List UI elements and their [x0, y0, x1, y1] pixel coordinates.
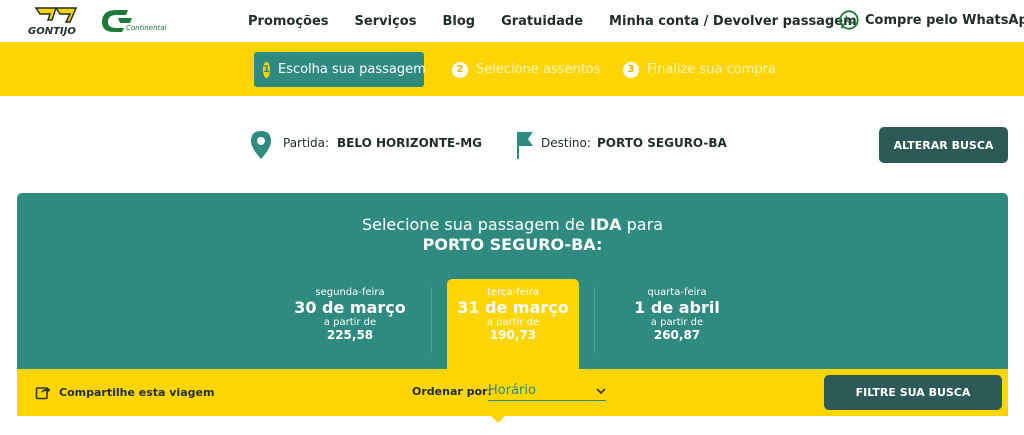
day-from-label: a partir de [650, 317, 704, 328]
nav-gratuidade[interactable]: Gratuidade [501, 14, 583, 29]
sort-selected-value: Horário [488, 383, 536, 398]
day-option-30-marco[interactable]: segunda-feira 30 de março a partir de 22… [284, 287, 416, 343]
whatsapp-icon [839, 10, 859, 30]
panel-title-bold: IDA [589, 215, 622, 234]
step-finalize-compra: 3 Finalize sua compra [623, 52, 776, 87]
day-date: 31 de março [457, 298, 569, 317]
route-summary: Partida: BELO HORIZONTE-MG Destino: PORT… [0, 125, 1024, 165]
nav-servicos[interactable]: Serviços [355, 14, 417, 29]
origin-value: BELO HORIZONTE-MG [337, 136, 482, 150]
continental-logo[interactable]: Continental [98, 8, 170, 34]
panel-title-prefix: Selecione sua passagem de [361, 215, 590, 234]
alterar-busca-button[interactable]: ALTERAR BUSCA [879, 127, 1008, 163]
share-trip-link[interactable]: Compartilhe esta viagem [35, 384, 214, 400]
flag-icon [517, 132, 533, 159]
step-label: Escolha sua passagem [277, 62, 426, 77]
day-option-1-abril[interactable]: quarta-feira 1 de abril a partir de 260,… [611, 287, 743, 343]
gontijo-logo-text: GONTIJO [28, 26, 76, 36]
nav-blog[interactable]: Blog [442, 14, 475, 29]
share-label: Compartilhe esta viagem [59, 385, 215, 399]
day-from-label: a partir de [486, 317, 540, 328]
continental-logo-text: Continental [126, 24, 167, 32]
step-number: 2 [452, 61, 468, 78]
main-nav: Promoções Serviços Blog Gratuidade Minha… [248, 0, 883, 42]
whatsapp-label: Compre pelo WhatsApp [865, 12, 1024, 28]
day-divider [431, 287, 432, 353]
day-price: 225,58 [326, 328, 374, 342]
destination-label: Destino: [541, 136, 591, 150]
origin-label: Partida: [283, 136, 330, 150]
step-escolha-passagem[interactable]: 1 Escolha sua passagem [254, 52, 426, 87]
filtre-busca-button[interactable]: FILTRE SUA BUSCA [824, 375, 1002, 410]
panel-title: Selecione sua passagem de IDA para [17, 215, 1008, 234]
map-pin-icon [251, 131, 271, 159]
sort-select[interactable]: Horário [488, 381, 606, 401]
day-date: 1 de abril [634, 298, 720, 317]
day-price: 190,73 [489, 328, 537, 342]
destination-value: PORTO SEGURO-BA [597, 136, 727, 150]
step-number: 3 [623, 61, 639, 78]
day-option-31-marco-selected[interactable]: terça-feira 31 de março a partir de 190,… [447, 279, 579, 369]
whatsapp-link[interactable]: Compre pelo WhatsApp [838, 9, 1024, 31]
gontijo-logo[interactable]: GONTIJO [26, 6, 92, 36]
sort-label: Ordenar por: [412, 385, 492, 398]
day-from-label: a partir de [323, 317, 377, 328]
step-selecione-assentos: 2 Selecione assentos [452, 52, 601, 87]
day-price: 260,87 [653, 328, 701, 342]
day-divider [594, 287, 595, 353]
chevron-down-icon [596, 387, 606, 394]
panel-title-suffix: para [621, 215, 663, 234]
nav-promocoes[interactable]: Promoções [248, 14, 329, 29]
results-toolbar: Compartilhe esta viagem Ordenar por: Hor… [17, 369, 1008, 416]
sort-pointer-caret [491, 416, 505, 423]
day-date: 30 de março [294, 298, 406, 317]
nav-minha-conta[interactable]: Minha conta / Devolver passagem [609, 14, 857, 29]
top-header: GONTIJO Continental Promoções Serviços B… [0, 0, 1024, 42]
step-label: Selecione assentos [476, 62, 601, 77]
date-selection-panel: Selecione sua passagem de IDA para PORTO… [17, 193, 1008, 369]
step-number: 1 [263, 61, 270, 78]
share-icon [35, 387, 51, 400]
progress-steps: 1 Escolha sua passagem 2 Selecione assen… [0, 42, 1024, 96]
day-option-content: terça-feira 31 de março a partir de 190,… [447, 287, 579, 343]
panel-destination: PORTO SEGURO-BA: [422, 235, 603, 254]
step-label: Finalize sua compra [647, 62, 776, 77]
